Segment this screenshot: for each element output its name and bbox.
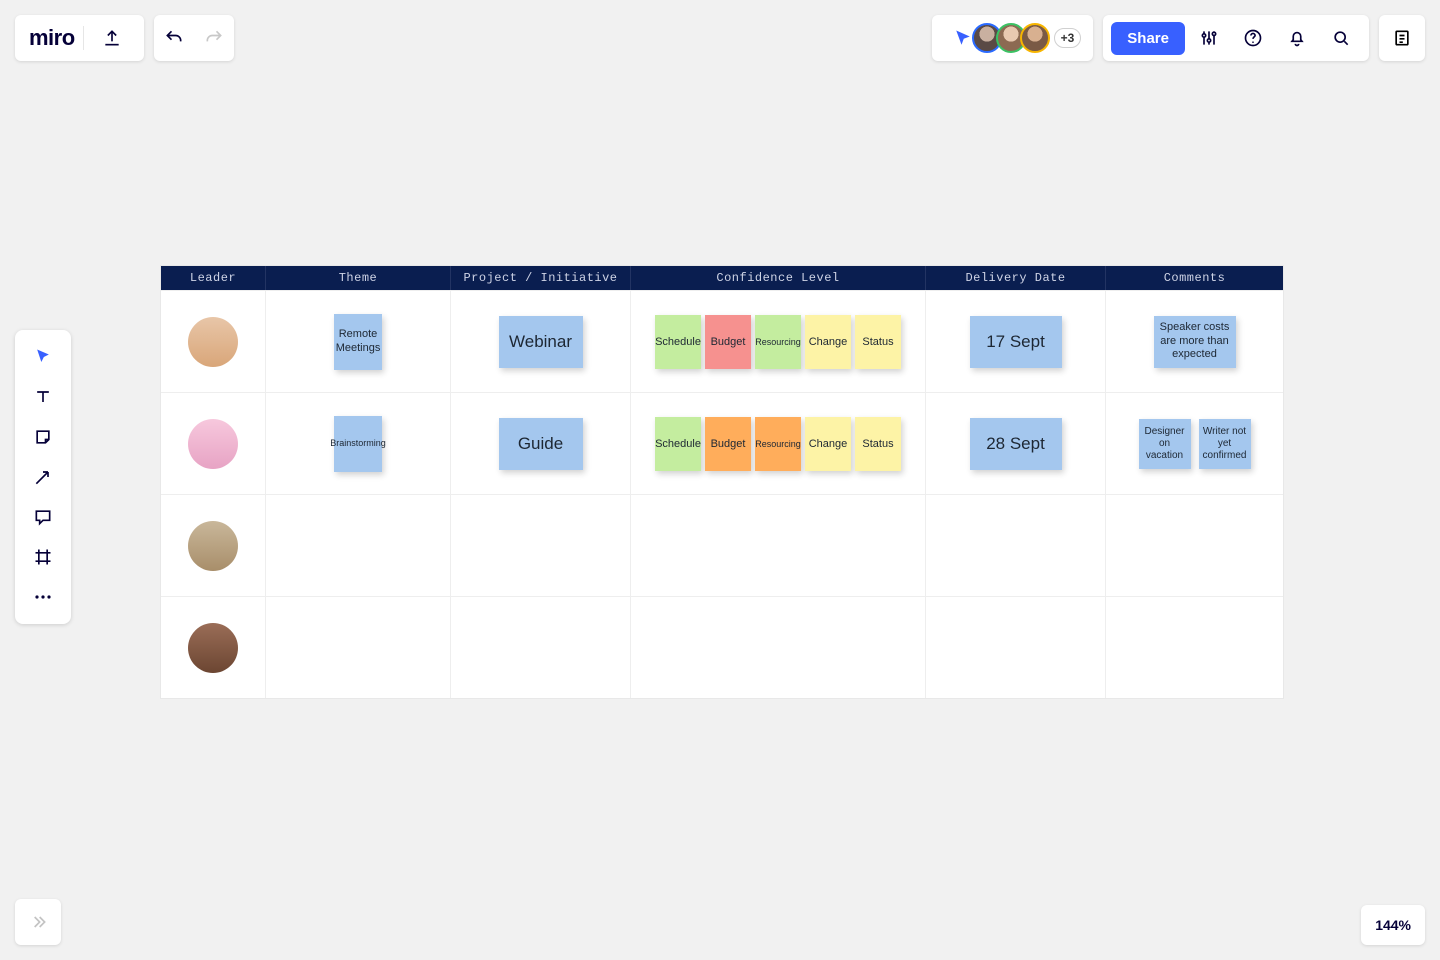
header-comments: Comments — [1106, 266, 1283, 290]
logo-panel: miro — [15, 15, 144, 61]
redo-icon[interactable] — [194, 15, 234, 61]
sticky-comment[interactable]: Speaker costs are more than expected — [1154, 316, 1236, 368]
expand-toolbar-button[interactable] — [15, 899, 61, 945]
table-header-row: Leader Theme Project / Initiative Confid… — [161, 266, 1283, 290]
tool-rail — [15, 330, 71, 624]
miro-logo[interactable]: miro — [29, 25, 75, 51]
upload-icon[interactable] — [92, 15, 132, 61]
select-tool[interactable] — [23, 340, 63, 374]
sticky-confidence[interactable]: Resourcing — [755, 417, 801, 471]
arrow-tool[interactable] — [23, 460, 63, 494]
sticky-project[interactable]: Webinar — [499, 316, 583, 368]
collaborators-panel: +3 — [932, 15, 1094, 61]
text-tool[interactable] — [23, 380, 63, 414]
sticky-note-tool[interactable] — [23, 420, 63, 454]
settings-icon[interactable] — [1189, 15, 1229, 61]
sticky-confidence[interactable]: Change — [805, 417, 851, 471]
confidence-group: Schedule Budget Resourcing Change Status — [653, 417, 903, 471]
confidence-group: Schedule Budget Resourcing Change Status — [653, 315, 903, 369]
sticky-theme[interactable]: Remote Meetings — [334, 314, 382, 370]
sticky-confidence[interactable]: Schedule — [655, 315, 701, 369]
help-icon[interactable] — [1233, 15, 1273, 61]
share-button[interactable]: Share — [1111, 22, 1185, 55]
more-tools[interactable] — [23, 580, 63, 614]
zoom-indicator[interactable]: 144% — [1361, 905, 1425, 945]
table-row — [161, 596, 1283, 698]
sticky-comment[interactable]: Designer on vacation — [1139, 419, 1191, 469]
cursor-icon[interactable] — [954, 29, 972, 47]
sticky-confidence[interactable]: Budget — [705, 315, 751, 369]
header-leader: Leader — [161, 266, 266, 290]
sticky-comment[interactable]: Writer not yet confirmed — [1199, 419, 1251, 469]
sticky-confidence[interactable]: Resourcing — [755, 315, 801, 369]
search-icon[interactable] — [1321, 15, 1361, 61]
leader-avatar[interactable] — [188, 419, 238, 469]
header-date: Delivery Date — [926, 266, 1106, 290]
sticky-confidence[interactable]: Status — [855, 315, 901, 369]
notes-panel[interactable] — [1379, 15, 1425, 61]
sticky-theme[interactable]: Brainstorming — [334, 416, 382, 472]
board-table[interactable]: Leader Theme Project / Initiative Confid… — [160, 265, 1284, 699]
undo-icon[interactable] — [154, 15, 194, 61]
header-confidence: Confidence Level — [631, 266, 926, 290]
comment-tool[interactable] — [23, 500, 63, 534]
separator — [83, 26, 84, 50]
header-theme: Theme — [266, 266, 451, 290]
leader-avatar[interactable] — [188, 623, 238, 673]
table-row: Remote Meetings Webinar Schedule Budget … — [161, 290, 1283, 392]
leader-avatar[interactable] — [188, 521, 238, 571]
sticky-confidence[interactable]: Schedule — [655, 417, 701, 471]
undo-redo-panel — [154, 15, 234, 61]
bell-icon[interactable] — [1277, 15, 1317, 61]
actions-panel: Share — [1103, 15, 1369, 61]
sticky-confidence[interactable]: Change — [805, 315, 851, 369]
sticky-confidence[interactable]: Budget — [705, 417, 751, 471]
table-row: Brainstorming Guide Schedule Budget Reso… — [161, 392, 1283, 494]
frame-tool[interactable] — [23, 540, 63, 574]
avatar[interactable] — [1020, 23, 1050, 53]
notes-icon — [1392, 28, 1412, 48]
sticky-confidence[interactable]: Status — [855, 417, 901, 471]
sticky-date[interactable]: 17 Sept — [970, 316, 1062, 368]
header-project: Project / Initiative — [451, 266, 631, 290]
leader-avatar[interactable] — [188, 317, 238, 367]
sticky-date[interactable]: 28 Sept — [970, 418, 1062, 470]
sticky-project[interactable]: Guide — [499, 418, 583, 470]
extra-users-pill[interactable]: +3 — [1054, 28, 1082, 48]
table-row — [161, 494, 1283, 596]
